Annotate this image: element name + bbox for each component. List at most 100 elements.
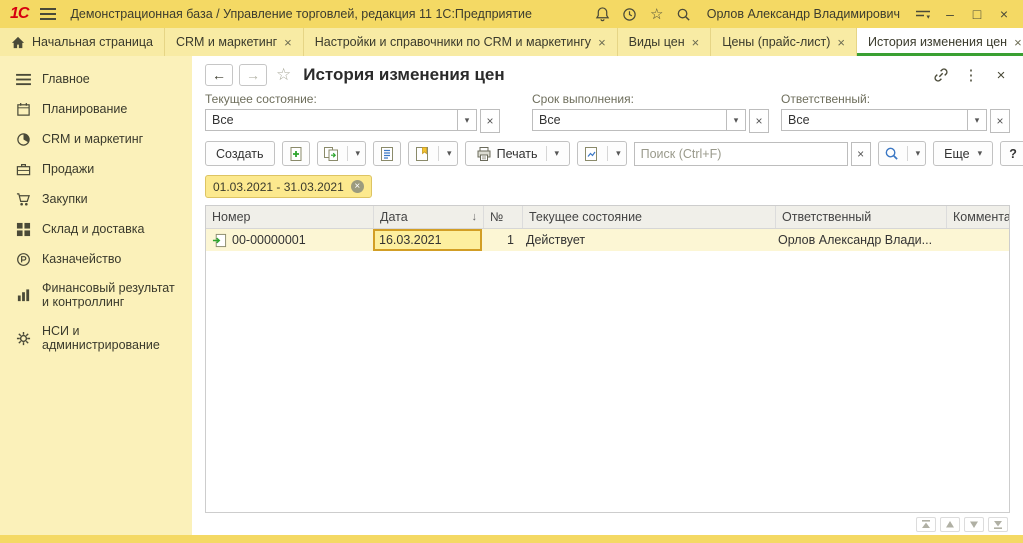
column-header-number[interactable]: Номер (206, 206, 374, 228)
tab-price-list[interactable]: Цены (прайс-лист) × (711, 28, 857, 56)
sidebar-item-sales[interactable]: Продажи (0, 154, 192, 184)
filter-value[interactable]: Все (781, 109, 968, 131)
sidebar-item-label: Склад и доставка (42, 222, 144, 236)
sidebar-item-purchases[interactable]: Закупки (0, 184, 192, 214)
filter-combo: Все ▾ × (781, 109, 1010, 131)
filter-value[interactable]: Все (205, 109, 458, 131)
period-filter-label: 01.03.2021 - 31.03.2021 (213, 180, 344, 194)
go-to-start-icon[interactable] (916, 517, 936, 532)
chevron-down-icon[interactable]: ▾ (727, 109, 746, 131)
column-header-comment[interactable]: Комментарий (947, 206, 1009, 228)
chevron-down-icon[interactable]: ▾ (458, 109, 477, 131)
history-icon[interactable] (619, 3, 641, 25)
clear-filter-icon[interactable]: × (480, 109, 500, 133)
filter-label: Срок выполнения: (532, 92, 769, 106)
create-button[interactable]: Создать (205, 141, 275, 166)
notifications-bell-icon[interactable] (592, 3, 614, 25)
table-header: Номер Дата ↓ № Текущее состояние Ответст… (206, 206, 1009, 229)
purchases-icon (15, 191, 31, 207)
search-button[interactable]: ▾ (878, 141, 927, 166)
close-window-button[interactable]: × (993, 3, 1015, 25)
back-button[interactable]: ← (205, 64, 233, 86)
clear-search-icon[interactable]: × (851, 142, 871, 166)
sidebar-item-administration[interactable]: НСИ и администрирование (0, 317, 192, 360)
clear-filter-icon[interactable]: × (749, 109, 769, 133)
planning-icon (15, 101, 31, 117)
report-icon (583, 146, 599, 162)
go-to-end-icon[interactable] (988, 517, 1008, 532)
gear-icon (15, 330, 31, 346)
help-button[interactable]: ? (1000, 141, 1023, 166)
page-down-icon[interactable] (964, 517, 984, 532)
search-icon (884, 146, 899, 161)
cell-date-selected[interactable]: 16.03.2021 (373, 229, 482, 251)
current-user[interactable]: Орлов Александр Владимирович (707, 7, 900, 21)
clear-filter-icon[interactable]: × (990, 109, 1010, 133)
printer-icon (476, 146, 492, 162)
sidebar-item-label: Главное (42, 72, 90, 86)
maximize-button[interactable]: □ (966, 3, 988, 25)
close-form-icon[interactable]: × (992, 66, 1010, 84)
filter-combo: Все ▾ × (205, 109, 500, 131)
tab-crm-marketing[interactable]: CRM и маркетинг × (165, 28, 304, 56)
more-button[interactable]: Еще ▾ (933, 141, 993, 166)
tab-close-icon[interactable]: × (284, 36, 292, 49)
tab-home[interactable]: Начальная страница (0, 28, 165, 56)
tab-label: Цены (прайс-лист) (722, 35, 830, 49)
more-actions-kebab-icon[interactable]: ⋮ (962, 66, 980, 84)
remove-period-filter-icon[interactable]: × (351, 180, 364, 193)
search-input[interactable] (634, 142, 848, 166)
copy-button[interactable]: ▾ (317, 141, 367, 166)
tab-label: История изменения цен (868, 35, 1007, 49)
favorites-star-icon[interactable]: ☆ (646, 3, 668, 25)
sidebar-item-treasury[interactable]: Казначейство (0, 244, 192, 274)
column-header-responsible[interactable]: Ответственный (776, 206, 947, 228)
tab-label: Настройки и справочники по CRM и маркети… (315, 35, 591, 49)
sales-icon (15, 161, 31, 177)
page-up-icon[interactable] (940, 517, 960, 532)
main-menu-icon[interactable] (37, 3, 59, 25)
sidebar-item-planning[interactable]: Планирование (0, 94, 192, 124)
chevron-down-icon[interactable]: ▾ (555, 148, 560, 159)
bookmark-button[interactable]: ▾ (408, 141, 458, 166)
chevron-down-icon[interactable]: ▾ (356, 148, 361, 159)
tab-price-change-history[interactable]: История изменения цен × (857, 28, 1023, 56)
1c-logo: 1С (8, 5, 30, 23)
table-empty-area (206, 251, 1009, 512)
command-bar: ← → ☆ История изменения цен ⋮ × (205, 60, 1010, 90)
sidebar-item-crm[interactable]: CRM и маркетинг (0, 124, 192, 154)
chevron-down-icon[interactable]: ▾ (616, 148, 621, 159)
column-header-date[interactable]: Дата ↓ (374, 206, 484, 228)
tab-price-kinds[interactable]: Виды цен × (618, 28, 712, 56)
home-icon (11, 36, 25, 49)
sidebar-item-main[interactable]: Главное (0, 64, 192, 94)
tab-close-icon[interactable]: × (837, 36, 845, 49)
document-icon (212, 233, 227, 248)
report-button[interactable]: ▾ (577, 141, 627, 166)
chevron-down-icon[interactable]: ▾ (968, 109, 987, 131)
print-button[interactable]: Печать ▾ (465, 141, 570, 166)
forward-button[interactable]: → (239, 64, 267, 86)
period-filter-chip[interactable]: 01.03.2021 - 31.03.2021 × (205, 175, 372, 198)
add-to-favorites-star-icon[interactable]: ☆ (276, 65, 291, 85)
support-menu-icon[interactable] (912, 3, 934, 25)
tab-crm-settings[interactable]: Настройки и справочники по CRM и маркети… (304, 28, 618, 56)
sidebar-item-finance[interactable]: Финансовый результат и контроллинг (0, 274, 192, 317)
chevron-down-icon[interactable]: ▾ (916, 148, 921, 159)
minimize-button[interactable]: – (939, 3, 961, 25)
get-link-icon[interactable] (932, 66, 950, 84)
chevron-down-icon[interactable]: ▾ (447, 148, 452, 159)
tab-close-icon[interactable]: × (692, 36, 700, 49)
create-group-button[interactable] (282, 141, 310, 166)
column-header-state[interactable]: Текущее состояние (523, 206, 776, 228)
table-row[interactable]: 00-00000001 16.03.2021 1 Действует Орлов… (206, 229, 1009, 251)
global-search-icon[interactable] (673, 3, 695, 25)
search-group: × (634, 142, 871, 166)
filter-value[interactable]: Все (532, 109, 727, 131)
tab-close-icon[interactable]: × (1014, 36, 1022, 49)
tab-close-icon[interactable]: × (598, 36, 606, 49)
column-header-num[interactable]: № (484, 206, 523, 228)
sidebar-item-label: Казначейство (42, 252, 121, 266)
list-settings-button[interactable] (373, 141, 401, 166)
sidebar-item-warehouse[interactable]: Склад и доставка (0, 214, 192, 244)
